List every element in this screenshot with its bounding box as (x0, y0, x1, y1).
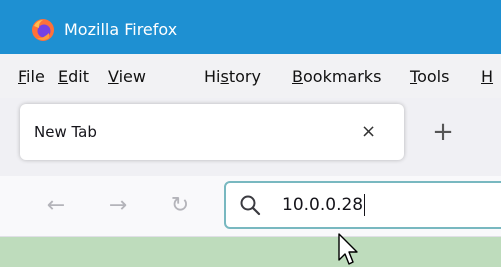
text-caret (364, 194, 366, 216)
search-icon (240, 195, 261, 216)
title-bar: Mozilla Firefox (0, 0, 501, 54)
url-bar[interactable]: 10.0.0.28 (224, 181, 501, 229)
menu-view[interactable]: View (108, 54, 146, 98)
close-icon[interactable]: × (361, 104, 376, 160)
page-content (0, 237, 501, 267)
menu-history[interactable]: History (204, 54, 261, 98)
menu-bar: File Edit View History Bookmarks Tools H (0, 54, 501, 98)
menu-bookmarks[interactable]: Bookmarks (292, 54, 381, 98)
navigation-bar: ← → ↻ 10.0.0.28 (0, 176, 501, 237)
window-title: Mozilla Firefox (64, 20, 178, 39)
menu-file[interactable]: File (18, 54, 45, 98)
reload-icon[interactable]: ↻ (165, 186, 195, 226)
mouse-pointer-icon (338, 233, 358, 265)
plus-icon[interactable]: + (428, 112, 458, 152)
url-input[interactable]: 10.0.0.28 (282, 183, 366, 227)
menu-tools[interactable]: Tools (410, 54, 449, 98)
back-arrow-icon[interactable]: ← (41, 186, 71, 226)
tab-new-tab[interactable]: New Tab × (20, 104, 404, 160)
forward-arrow-icon[interactable]: → (103, 186, 133, 226)
menu-edit[interactable]: Edit (58, 54, 89, 98)
menu-help[interactable]: H (481, 54, 493, 98)
tab-strip: New Tab × + (0, 98, 501, 176)
tab-label: New Tab (34, 123, 97, 141)
firefox-logo-icon (32, 19, 54, 41)
